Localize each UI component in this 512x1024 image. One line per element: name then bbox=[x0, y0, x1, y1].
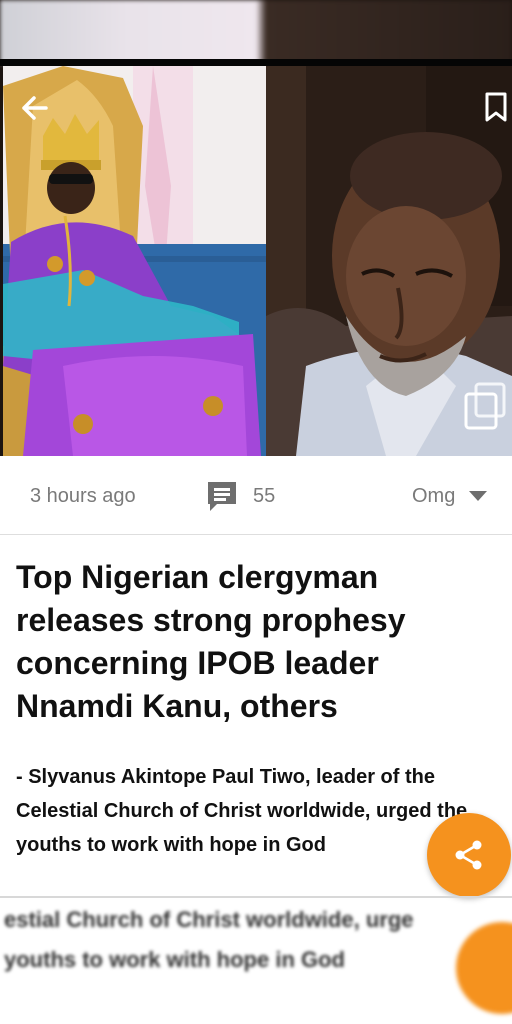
article-headline: Top Nigerian clergyman releases strong p… bbox=[16, 559, 406, 724]
comment-icon[interactable] bbox=[205, 479, 239, 513]
article-meta-row: 3 hours ago 55 Omg bbox=[0, 466, 512, 528]
hero-image[interactable] bbox=[0, 0, 512, 456]
publish-time: 3 hours ago bbox=[30, 485, 136, 507]
arrow-back-icon[interactable] bbox=[14, 88, 54, 128]
ghost-line-2: youths to work with hope in God bbox=[4, 947, 345, 972]
share-button[interactable] bbox=[427, 813, 511, 897]
image-separator bbox=[0, 59, 512, 66]
bookmark-icon[interactable] bbox=[484, 92, 508, 122]
share-icon bbox=[455, 840, 482, 870]
chevron-down-icon[interactable] bbox=[468, 490, 488, 502]
category-label[interactable]: Omg bbox=[412, 485, 455, 508]
comment-count[interactable]: 55 bbox=[253, 485, 275, 508]
top-image-strip bbox=[0, 0, 512, 64]
gallery-icon[interactable] bbox=[462, 380, 508, 432]
blurred-overscroll-preview: estial Church of Christ worldwide, urge … bbox=[0, 898, 512, 1024]
meta-divider bbox=[0, 534, 512, 535]
blurred-summary-preview: estial Church of Christ worldwide, urge … bbox=[4, 900, 512, 980]
ghost-line-1: estial Church of Christ worldwide, urge bbox=[4, 907, 414, 932]
